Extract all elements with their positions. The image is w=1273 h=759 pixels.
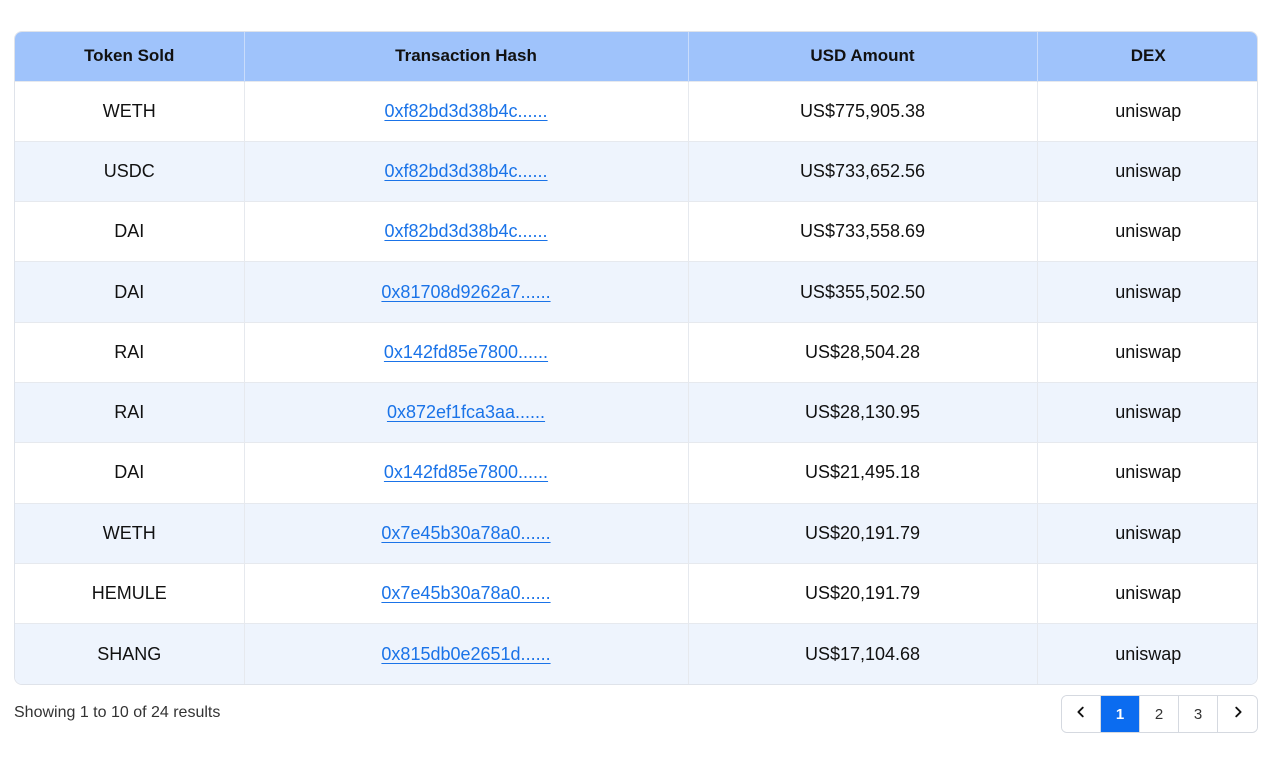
usd-amount-cell: US$20,191.79 — [688, 503, 1038, 564]
hash-cell: 0x872ef1fca3aa...... — [244, 382, 689, 443]
table-footer: Showing 1 to 10 of 24 results 1 2 3 — [14, 695, 1258, 733]
table-row: HEMULE 0x7e45b30a78a0...... US$20,191.79… — [15, 563, 1257, 624]
hash-cell: 0x7e45b30a78a0...... — [244, 503, 689, 564]
table-row: USDC 0xf82bd3d38b4c...... US$733,652.56 … — [15, 141, 1257, 202]
usd-amount-cell: US$17,104.68 — [688, 623, 1038, 684]
token-cell: DAI — [15, 442, 245, 504]
column-header-token-sold: Token Sold — [15, 32, 245, 81]
token-cell: DAI — [15, 261, 245, 323]
table-row: WETH 0xf82bd3d38b4c...... US$775,905.38 … — [15, 81, 1257, 142]
table-row: DAI 0x142fd85e7800...... US$21,495.18 un… — [15, 442, 1257, 504]
table-row: SHANG 0x815db0e2651d...... US$17,104.68 … — [15, 623, 1257, 684]
table-header: Token Sold Transaction Hash USD Amount D… — [15, 32, 1257, 81]
table-row: DAI 0x81708d9262a7...... US$355,502.50 u… — [15, 261, 1257, 323]
table-body: WETH 0xf82bd3d38b4c...... US$775,905.38 … — [15, 81, 1257, 684]
hash-cell: 0x142fd85e7800...... — [244, 322, 689, 383]
chevron-left-icon — [1074, 705, 1088, 723]
page-button-2[interactable]: 2 — [1140, 696, 1179, 732]
usd-amount-cell: US$21,495.18 — [688, 442, 1038, 504]
transaction-hash-link[interactable]: 0x815db0e2651d...... — [381, 644, 550, 664]
table-row: DAI 0xf82bd3d38b4c...... US$733,558.69 u… — [15, 201, 1257, 262]
transaction-hash-link[interactable]: 0x142fd85e7800...... — [384, 462, 548, 482]
transactions-table-container: Token Sold Transaction Hash USD Amount D… — [14, 31, 1258, 685]
token-cell: WETH — [15, 503, 245, 564]
transaction-hash-link[interactable]: 0xf82bd3d38b4c...... — [384, 101, 547, 121]
page-button-3[interactable]: 3 — [1179, 696, 1218, 732]
token-cell: SHANG — [15, 623, 245, 684]
token-cell: WETH — [15, 81, 245, 142]
column-header-transaction-hash: Transaction Hash — [244, 32, 689, 81]
pagination: 1 2 3 — [1061, 695, 1258, 733]
dex-cell: uniswap — [1115, 522, 1182, 543]
hash-cell: 0xf82bd3d38b4c...... — [244, 81, 689, 142]
chevron-right-icon — [1231, 705, 1245, 723]
usd-amount-cell: US$20,191.79 — [688, 563, 1038, 624]
transaction-hash-link[interactable]: 0x142fd85e7800...... — [384, 342, 548, 362]
usd-amount-cell: US$775,905.38 — [688, 81, 1038, 142]
token-cell: RAI — [15, 322, 245, 383]
results-summary: Showing 1 to 10 of 24 results — [14, 704, 221, 721]
table-header-row: Token Sold Transaction Hash USD Amount D… — [15, 32, 1257, 81]
transaction-hash-link[interactable]: 0xf82bd3d38b4c...... — [384, 161, 547, 181]
dex-cell: uniswap — [1115, 341, 1182, 362]
hash-cell: 0xf82bd3d38b4c...... — [244, 201, 689, 262]
token-cell: RAI — [15, 382, 245, 443]
transaction-hash-link[interactable]: 0xf82bd3d38b4c...... — [384, 221, 547, 241]
token-cell: DAI — [15, 201, 245, 262]
dex-cell: uniswap — [1115, 281, 1182, 302]
hash-cell: 0x815db0e2651d...... — [244, 623, 689, 684]
usd-amount-cell: US$733,652.56 — [688, 141, 1038, 202]
prev-page-button[interactable] — [1062, 696, 1101, 732]
column-header-dex: DEX — [1130, 46, 1166, 66]
column-header-usd-amount: USD Amount — [688, 32, 1038, 81]
hash-cell: 0x81708d9262a7...... — [244, 261, 689, 323]
transactions-table: Token Sold Transaction Hash USD Amount D… — [15, 32, 1257, 684]
table-row: RAI 0x142fd85e7800...... US$28,504.28 un… — [15, 322, 1257, 383]
page-button-1[interactable]: 1 — [1101, 696, 1140, 732]
table-row: WETH 0x7e45b30a78a0...... US$20,191.79 u… — [15, 503, 1257, 564]
dex-cell: uniswap — [1115, 462, 1182, 483]
transaction-hash-link[interactable]: 0x7e45b30a78a0...... — [381, 583, 550, 603]
dex-cell: uniswap — [1115, 643, 1182, 664]
transaction-hash-link[interactable]: 0x872ef1fca3aa...... — [387, 402, 545, 422]
token-cell: HEMULE — [15, 563, 245, 624]
hash-cell: 0x142fd85e7800...... — [244, 442, 689, 504]
dex-cell: uniswap — [1115, 221, 1182, 242]
usd-amount-cell: US$28,130.95 — [688, 382, 1038, 443]
dex-cell: uniswap — [1115, 583, 1182, 604]
transaction-hash-link[interactable]: 0x7e45b30a78a0...... — [381, 523, 550, 543]
table-row: RAI 0x872ef1fca3aa...... US$28,130.95 un… — [15, 382, 1257, 443]
usd-amount-cell: US$355,502.50 — [688, 261, 1038, 323]
usd-amount-cell: US$733,558.69 — [688, 201, 1038, 262]
usd-amount-cell: US$28,504.28 — [688, 322, 1038, 383]
next-page-button[interactable] — [1218, 696, 1257, 732]
dex-cell: uniswap — [1115, 402, 1182, 423]
dex-cell: uniswap — [1115, 160, 1182, 181]
token-cell: USDC — [15, 141, 245, 202]
dex-cell: uniswap — [1115, 100, 1182, 121]
hash-cell: 0xf82bd3d38b4c...... — [244, 141, 689, 202]
hash-cell: 0x7e45b30a78a0...... — [244, 563, 689, 624]
transaction-hash-link[interactable]: 0x81708d9262a7...... — [381, 282, 550, 302]
transactions-table-card: Token Sold Transaction Hash USD Amount D… — [14, 31, 1258, 685]
